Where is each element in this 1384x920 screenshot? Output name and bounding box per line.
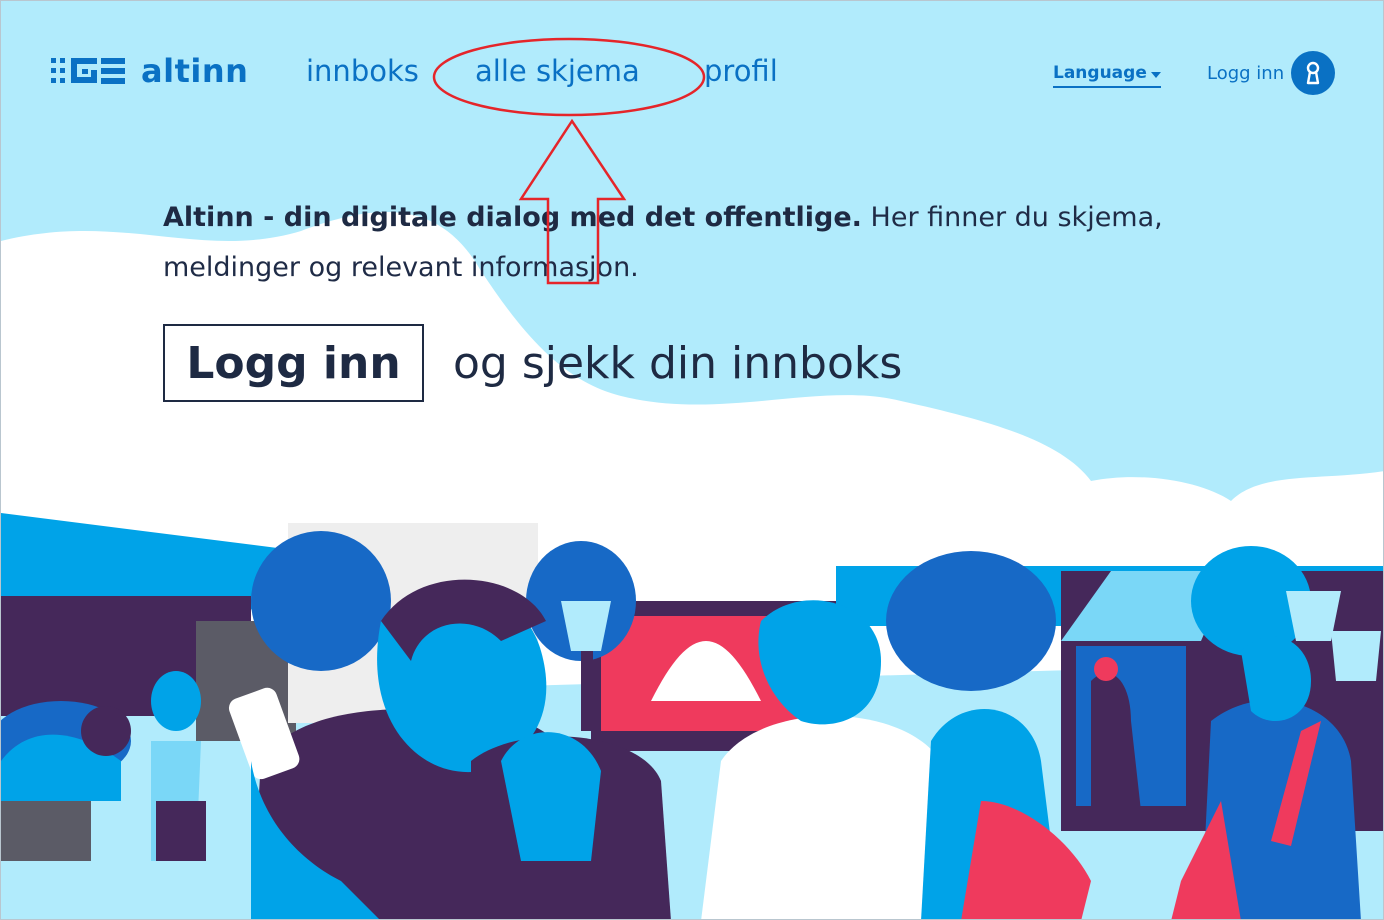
page-frame: altinn innboks alle skjema profil Langua… xyxy=(0,0,1384,920)
nav-profil[interactable]: profil xyxy=(704,57,778,86)
intro-text: Altinn - din digitale dialog med det off… xyxy=(163,193,1223,293)
altinn-logo[interactable]: altinn xyxy=(51,55,248,87)
language-label: Language xyxy=(1053,63,1147,83)
nav-alle-skjema[interactable]: alle skjema xyxy=(475,57,640,86)
intro-bold: Altinn - din digitale dialog med det off… xyxy=(163,202,862,233)
header-login-link[interactable]: Logg inn xyxy=(1207,65,1284,83)
language-dropdown[interactable]: Language xyxy=(1053,65,1161,88)
logo-wordmark: altinn xyxy=(141,52,249,90)
chevron-down-icon xyxy=(1150,71,1161,78)
hero-illustration xyxy=(1,1,1383,919)
login-cta-button[interactable]: Logg inn xyxy=(163,324,424,402)
keyhole-icon xyxy=(1306,61,1320,85)
altinn-logo-icon xyxy=(51,58,125,84)
cta-suffix-text: og sjekk din innboks xyxy=(453,338,903,389)
nav-innboks[interactable]: innboks xyxy=(306,57,419,86)
login-button[interactable] xyxy=(1291,51,1335,95)
